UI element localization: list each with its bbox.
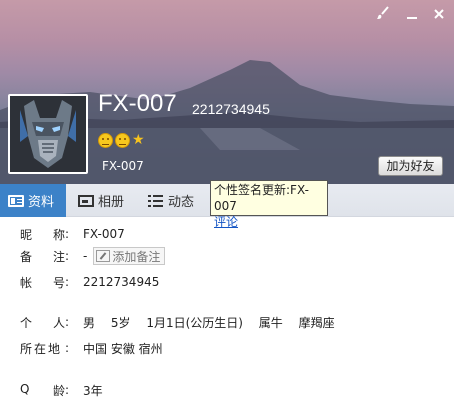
profile-info-panel: 昵 称 : FX-007 备 注 : - 添加备注 帐 号 : 22127349…: [0, 217, 454, 415]
tab-label: 相册: [98, 195, 125, 210]
info-label: 帐 号: [20, 274, 65, 291]
info-label: 所在地: [20, 341, 63, 356]
close-icon[interactable]: [429, 6, 449, 26]
sun-level-icon: [98, 133, 113, 148]
add-remark-button[interactable]: 添加备注: [93, 247, 166, 265]
robot-avatar-image: [10, 96, 86, 172]
info-label: 昵 称: [20, 226, 65, 243]
tab-album[interactable]: 相册: [78, 184, 124, 217]
info-value: 2212734945: [83, 275, 160, 289]
info-value: 中国 安徽 宿州: [83, 341, 163, 356]
tab-label: 资料: [28, 195, 55, 210]
colon: :: [65, 315, 70, 329]
tooltip-comment-link[interactable]: 评论: [214, 214, 324, 230]
profile-header: FX-007 2212734945 ★ FX-007 加为好友: [0, 0, 454, 184]
signature-tooltip: 个性签名更新:FX-007 评论: [210, 180, 328, 229]
colon: :: [65, 275, 70, 289]
info-label: 个 人: [20, 314, 65, 331]
label-char: 注: [52, 249, 65, 264]
add-remark-label: 添加备注: [112, 249, 161, 264]
colon: :: [65, 227, 70, 241]
tab-label: 动态: [168, 195, 195, 210]
tab-info[interactable]: 资料: [0, 184, 66, 217]
avatar[interactable]: [8, 94, 88, 174]
label-char: Q: [20, 381, 30, 396]
album-icon: [78, 194, 94, 207]
info-label: 备 注: [20, 248, 65, 265]
constellation: 摩羯座: [298, 315, 335, 330]
info-row-account: 帐 号 : 2212734945: [20, 273, 159, 291]
info-row-q-age: Q 龄 : 3年: [20, 381, 103, 399]
profile-nickname: FX-007: [98, 90, 177, 117]
label-char: 称: [52, 227, 65, 242]
sun-level-icon: [115, 133, 130, 148]
label-char: 备: [20, 249, 33, 264]
add-friend-button[interactable]: 加为好友: [378, 156, 443, 176]
age: 5岁: [110, 315, 131, 330]
zodiac: 属牛: [258, 315, 283, 330]
label-char: 昵: [20, 227, 33, 242]
info-value: -: [83, 249, 88, 263]
info-value: 男 5岁 1月1日(公历生日) 属牛 摩羯座: [83, 314, 347, 331]
brush-icon[interactable]: [373, 6, 393, 26]
edit-pencil-icon: [96, 250, 111, 262]
birthday: 1月1日(公历生日): [146, 315, 243, 330]
info-value: 3年: [83, 383, 103, 398]
level-badges[interactable]: ★: [98, 133, 145, 149]
label-char: 号: [52, 275, 65, 290]
feed-icon: [148, 194, 164, 207]
tab-feed[interactable]: 动态: [148, 184, 194, 217]
star-level-icon: ★: [132, 132, 145, 148]
colon: :: [65, 383, 70, 397]
label-char: 帐: [20, 275, 33, 290]
profile-signature[interactable]: FX-007: [102, 159, 144, 173]
label-char: 人: [52, 315, 65, 330]
minimize-icon[interactable]: [402, 6, 422, 26]
card-icon: [8, 194, 24, 207]
colon: :: [65, 249, 70, 263]
info-row-remark: 备 注 : - 添加备注: [20, 247, 166, 265]
tooltip-title: 个性签名更新:FX-007: [214, 183, 309, 213]
info-row-nickname: 昵 称 : FX-007: [20, 225, 125, 243]
info-label: Q 龄: [20, 382, 65, 399]
info-row-location: 所在地 : 中国 安徽 宿州: [20, 339, 163, 357]
gender: 男: [83, 315, 96, 330]
profile-uin: 2212734945: [192, 101, 270, 117]
colon: :: [65, 341, 70, 355]
label-char: 个: [20, 315, 33, 330]
label-char: 龄: [52, 383, 65, 398]
info-value: FX-007: [83, 227, 125, 241]
info-row-personal: 个 人 : 男 5岁 1月1日(公历生日) 属牛 摩羯座: [20, 313, 347, 331]
